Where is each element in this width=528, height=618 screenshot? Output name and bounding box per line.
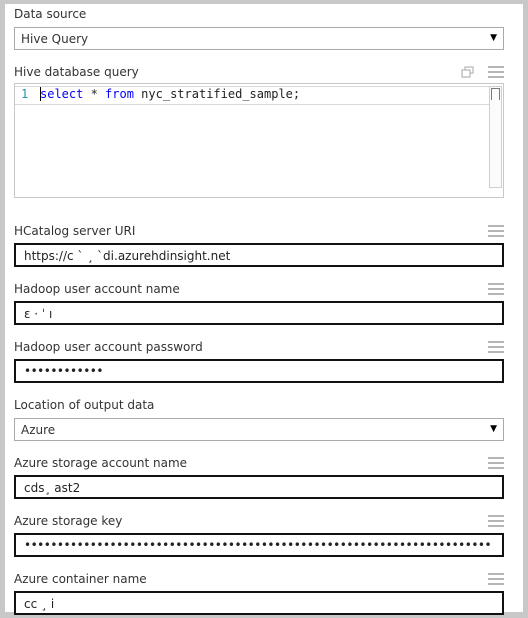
drag-handle-icon[interactable] (488, 341, 504, 353)
drag-handle-icon[interactable] (488, 66, 504, 78)
hive-query-label: Hive database query (14, 65, 139, 79)
storage-account-label: Azure storage account name (14, 456, 188, 470)
data-source-label: Data source (14, 7, 87, 21)
chevron-down-icon: ▼ (490, 33, 497, 43)
text-cursor (40, 87, 41, 101)
drag-handle-icon[interactable] (488, 457, 504, 469)
hadoop-user-label: Hadoop user account name (14, 282, 180, 296)
output-location-select[interactable]: Azure ▼ (14, 418, 504, 441)
editor-scrollbar[interactable] (489, 86, 502, 188)
drag-handle-icon[interactable] (488, 283, 504, 295)
storage-key-label: Azure storage key (14, 514, 123, 528)
storage-key-value: ••••••••••••••••••••••••••••••••••••••••… (24, 538, 492, 552)
output-location-label: Location of output data (14, 398, 155, 412)
hadoop-user-field[interactable]: ɛ · ˈ ı (14, 301, 504, 325)
data-source-select[interactable]: Hive Query ▼ (14, 27, 504, 50)
output-location-value: Azure (21, 423, 56, 437)
hcatalog-uri-field[interactable]: https://c ` ¸ `di.azurehdinsight.net (14, 243, 504, 267)
code-keyword: select (40, 87, 84, 101)
hcatalog-uri-value: https://c ` ¸ `di.azurehdinsight.net (24, 249, 231, 263)
code-keyword: from (105, 87, 134, 101)
container-name-value: cc ¸ i (24, 597, 55, 611)
chevron-down-icon: ▼ (490, 424, 497, 434)
hadoop-password-label: Hadoop user account password (14, 340, 203, 354)
container-name-field[interactable]: cc ¸ i (14, 591, 504, 615)
hadoop-user-value: ɛ · ˈ ı (24, 307, 53, 321)
hcatalog-uri-label: HCatalog server URI (14, 224, 136, 238)
data-source-value: Hive Query (21, 32, 89, 46)
code-text: nyc_stratified_sample; (133, 87, 301, 101)
storage-account-field[interactable]: cds¸ ast2 (14, 475, 504, 499)
container-name-label: Azure container name (14, 572, 147, 586)
line-number: 1 (21, 87, 29, 101)
query-code: select * from nyc_stratified_sample; (40, 87, 300, 101)
hadoop-password-value: •••••••••••• (24, 364, 103, 378)
drag-handle-icon[interactable] (488, 225, 504, 237)
storage-key-field[interactable]: ••••••••••••••••••••••••••••••••••••••••… (14, 533, 504, 557)
storage-account-value: cds¸ ast2 (24, 481, 81, 495)
popout-icon[interactable] (461, 66, 474, 78)
drag-handle-icon[interactable] (488, 515, 504, 527)
code-text: * (83, 87, 106, 101)
drag-handle-icon[interactable] (488, 573, 504, 585)
hive-query-editor[interactable]: 1 select * from nyc_stratified_sample; (14, 83, 504, 198)
hadoop-password-field[interactable]: •••••••••••• (14, 359, 504, 383)
scrollbar-thumb[interactable] (491, 88, 500, 100)
